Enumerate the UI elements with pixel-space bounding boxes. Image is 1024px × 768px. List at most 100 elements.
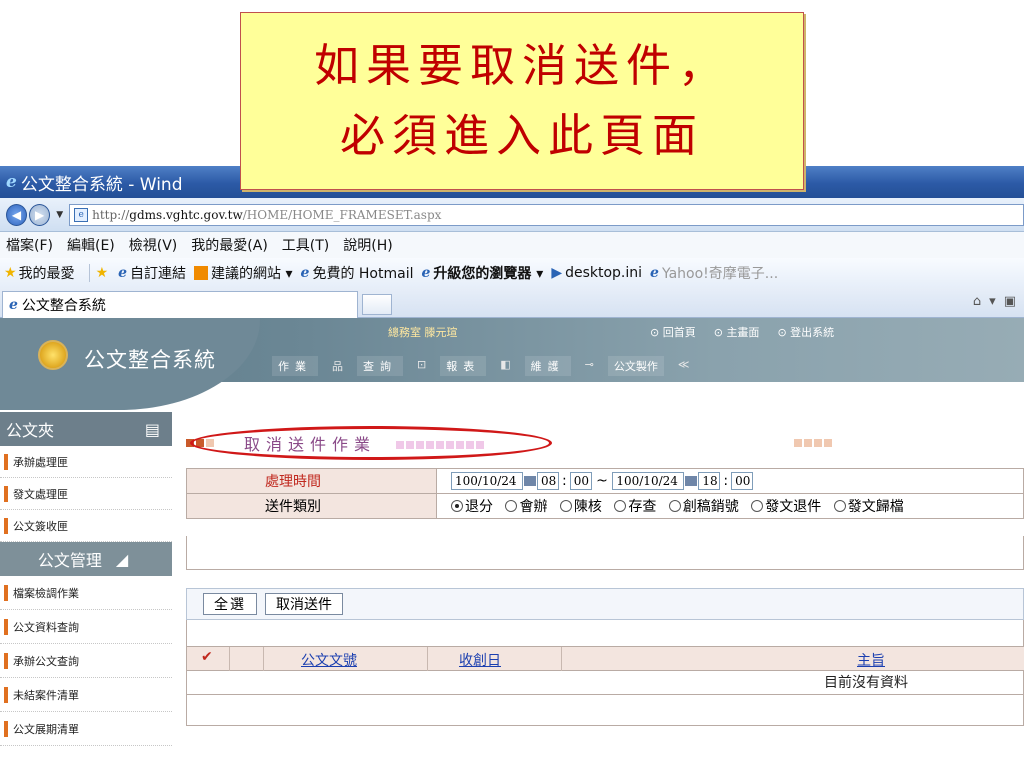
col-received-date[interactable]: 收創日	[459, 650, 501, 670]
radio-unchecked	[559, 500, 572, 512]
feeds-icon[interactable]: ▣	[1004, 294, 1016, 309]
favorites-bar: ★ 我的最愛 ★ e 自訂連結 建議的網站 ▾ e 免費的 Hotmail e 升級您的…	[0, 258, 1024, 288]
main-screen-link[interactable]: 主畫面	[714, 324, 759, 340]
square	[794, 439, 802, 447]
sidebar-item-file-retrieval[interactable]: 檔案檢調作業	[0, 576, 172, 610]
sidebar-item-dispatch-box[interactable]: 發文處理匣	[0, 478, 172, 510]
date-from-input[interactable]: 100/10/24	[451, 472, 523, 490]
nav-separator-icon: ⊸	[584, 358, 594, 371]
radio-label: 退分	[465, 499, 493, 515]
minute-to-input[interactable]: 00	[731, 472, 754, 490]
radio-file[interactable]: 存查	[614, 499, 656, 515]
nav-query[interactable]: 查詢	[357, 356, 403, 376]
home-icon[interactable]: ⌂	[973, 294, 981, 309]
fav-hotmail[interactable]: e 免費的 Hotmail	[301, 263, 414, 283]
header-squares	[794, 439, 832, 447]
check-icon[interactable]: ✔	[201, 649, 213, 665]
radio-approval[interactable]: 陳核	[559, 499, 602, 515]
calendar-icon[interactable]	[685, 476, 698, 486]
radio-return[interactable]: 退分	[451, 499, 493, 515]
forward-button[interactable]: ▶	[29, 203, 51, 226]
collapse-icon[interactable]: ≪	[672, 356, 696, 376]
results-header: ✔ 公文文號 收創日 主旨	[187, 646, 1024, 671]
sidebar-item-extension-list[interactable]: 公文展期清單	[0, 712, 172, 746]
radio-draft-cancel[interactable]: 創稿銷號	[668, 499, 739, 515]
nav-maintenance[interactable]: 維護	[524, 356, 571, 376]
sidebar-item-doc-query[interactable]: 公文資料查詢	[0, 610, 172, 644]
menu-file[interactable]: 檔案(F)	[6, 235, 53, 255]
square	[824, 439, 832, 447]
sidebar-head-label: 公文夾	[6, 421, 55, 440]
hour-from-input[interactable]: 08	[537, 472, 559, 490]
radio-label: 發文退件	[765, 499, 822, 515]
hour-to-input[interactable]: 18	[698, 472, 721, 490]
date-to-input[interactable]: 100/10/24	[612, 472, 685, 490]
app-title: 公文整合系統	[84, 348, 216, 372]
history-dropdown-icon[interactable]: ▼	[56, 210, 63, 220]
cancel-send-button[interactable]: 取消送件	[265, 593, 343, 615]
col-doc-number[interactable]: 公文文號	[301, 650, 357, 670]
fav-upgrade-browser[interactable]: e 升級您的瀏覽器 ▾	[421, 263, 543, 283]
url-input[interactable]: e http:// gdms.vghtc.gov.tw /HOME/HOME_F…	[69, 203, 1024, 226]
emblem-icon	[38, 340, 68, 370]
logout-link[interactable]: 登出系統	[777, 324, 834, 340]
tab-active[interactable]: e 公文整合系統	[2, 291, 358, 318]
folder-open-icon: ◢	[115, 549, 129, 569]
sidebar-item-handling-box[interactable]: 承辦處理匣	[0, 446, 172, 478]
radio-dispatch-archive[interactable]: 發文歸檔	[833, 499, 904, 515]
home-link[interactable]: 回首頁	[650, 324, 696, 340]
menu-view[interactable]: 檢視(V)	[129, 235, 178, 255]
highlight-ellipse	[190, 426, 552, 460]
fav-custom-label: 自訂連結	[130, 266, 187, 282]
sidebar-head-folders[interactable]: 公文夾 ▤	[0, 412, 172, 446]
radio-unchecked	[751, 500, 764, 512]
fav-desktop-label: desktop.ini	[565, 265, 643, 281]
colon: :	[562, 473, 567, 489]
callout-line-2: 必須進入此頁面	[339, 109, 704, 162]
nav-reports[interactable]: 報表	[440, 356, 487, 376]
favorites-button[interactable]: ★ 我的最愛	[4, 263, 75, 283]
add-favorite-button[interactable]: ★	[96, 265, 111, 281]
radio-dispatch-return[interactable]: 發文退件	[751, 499, 821, 515]
menu-help[interactable]: 說明(H)	[343, 235, 392, 255]
radio-unchecked	[614, 500, 627, 512]
radio-unchecked	[505, 500, 518, 512]
radio-unchecked	[668, 500, 681, 512]
sidebar-item-receipt-box[interactable]: 公文簽收匣	[0, 510, 172, 542]
nav-operations[interactable]: 作業	[272, 356, 318, 376]
minute-from-input[interactable]: 00	[569, 472, 592, 490]
sidebar-item-handling-query[interactable]: 承辦公文查詢	[0, 644, 172, 678]
menu-edit[interactable]: 編輯(E)	[67, 235, 115, 255]
chevron-down-icon[interactable]: ▾	[989, 294, 996, 309]
menu-favorites[interactable]: 我的最愛(A)	[191, 235, 268, 255]
fav-yahoo[interactable]: e Yahoo!奇摩電子...	[650, 263, 778, 283]
fav-custom-links[interactable]: e 自訂連結	[118, 263, 186, 283]
sidebar-item-open-cases[interactable]: 未結案件清單	[0, 678, 172, 712]
ie-icon: e	[421, 265, 431, 281]
square	[804, 439, 812, 447]
col-divider	[561, 647, 562, 671]
ie-icon: e	[9, 297, 18, 313]
nav-doc-production[interactable]: 公文製作	[607, 356, 664, 376]
time-row: 處理時間 100/10/24 08:00 ~ 100/10/24 18:00	[186, 468, 1024, 494]
address-bar: ◀ ▶ ▼ e http:// gdms.vghtc.gov.tw /HOME/…	[0, 198, 1024, 232]
calendar-icon[interactable]	[524, 476, 536, 486]
select-all-button[interactable]: 全選	[203, 593, 257, 615]
menu-tools[interactable]: 工具(T)	[282, 235, 329, 255]
back-button[interactable]: ◀	[6, 203, 28, 226]
page-icon: e	[74, 207, 89, 222]
radio-checked	[451, 500, 463, 512]
new-tab-button[interactable]	[362, 294, 392, 315]
tab-label: 公文整合系統	[21, 298, 106, 314]
radio-joint[interactable]: 會辦	[505, 499, 547, 515]
fav-suggested-sites[interactable]: 建議的網站 ▾	[194, 263, 293, 283]
fav-yahoo-label: Yahoo!奇摩電子...	[661, 266, 779, 282]
sidebar-head-management[interactable]: 公文管理 ◢	[0, 542, 172, 576]
empty-message: 目前沒有資料	[824, 675, 908, 691]
col-subject[interactable]: 主旨	[857, 650, 885, 670]
fav-desktop-ini[interactable]: ▶ desktop.ini	[551, 265, 642, 281]
main-nav: 作業 品 查詢 ⊡ 報表 ◧ 維護 ⊸ 公文製作 ≪	[272, 356, 695, 376]
radio-unchecked	[833, 500, 846, 512]
radio-label: 會辦	[519, 499, 548, 515]
fav-hotmail-label: 免費的 Hotmail	[312, 266, 414, 282]
